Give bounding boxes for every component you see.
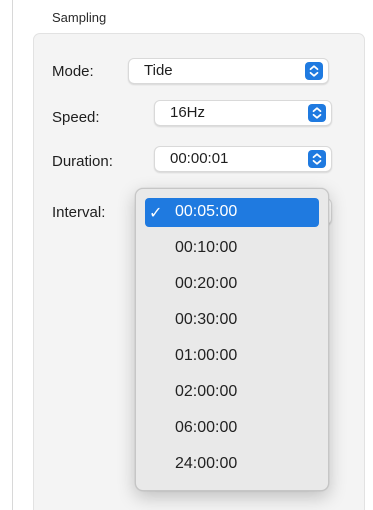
interval-dropdown-menu: ✓ 00:05:00 00:10:00 00:20:00 00:30:00 01… [135,188,329,491]
menu-item-interval-5[interactable]: 02:00:00 [145,378,319,407]
mode-label: Mode: [52,63,94,80]
chevron-up-down-icon [308,104,326,122]
interval-label: Interval: [52,204,106,221]
menu-item-label: 00:10:00 [175,239,238,256]
speed-value: 16Hz [170,104,206,121]
menu-item-label: 24:00:00 [175,455,238,472]
chevron-up-down-icon [308,150,326,168]
menu-item-interval-7[interactable]: 24:00:00 [145,450,319,479]
window-left-edge [12,0,13,510]
mode-value: Tide [144,62,173,79]
speed-popup[interactable]: 16Hz [154,100,332,126]
chevron-up-down-icon [305,62,323,80]
group-title: Sampling [52,10,107,25]
menu-item-interval-3[interactable]: 00:30:00 [145,306,319,335]
menu-item-label: 01:00:00 [175,347,238,364]
menu-item-interval-4[interactable]: 01:00:00 [145,342,319,371]
menu-item-interval-6[interactable]: 06:00:00 [145,414,319,443]
duration-label: Duration: [52,153,113,170]
mode-popup[interactable]: Tide [128,58,329,84]
duration-popup[interactable]: 00:00:01 [154,146,332,172]
menu-item-label: 00:30:00 [175,311,238,328]
menu-item-interval-1[interactable]: 00:10:00 [145,234,319,263]
menu-item-label: 00:05:00 [175,203,238,220]
menu-item-label: 02:00:00 [175,383,238,400]
menu-item-interval-0[interactable]: ✓ 00:05:00 [145,198,319,227]
duration-value: 00:00:01 [170,150,229,167]
menu-item-label: 00:20:00 [175,275,238,292]
menu-item-label: 06:00:00 [175,419,238,436]
checkmark-icon: ✓ [149,205,163,222]
speed-label: Speed: [52,109,100,126]
menu-item-interval-2[interactable]: 00:20:00 [145,270,319,299]
